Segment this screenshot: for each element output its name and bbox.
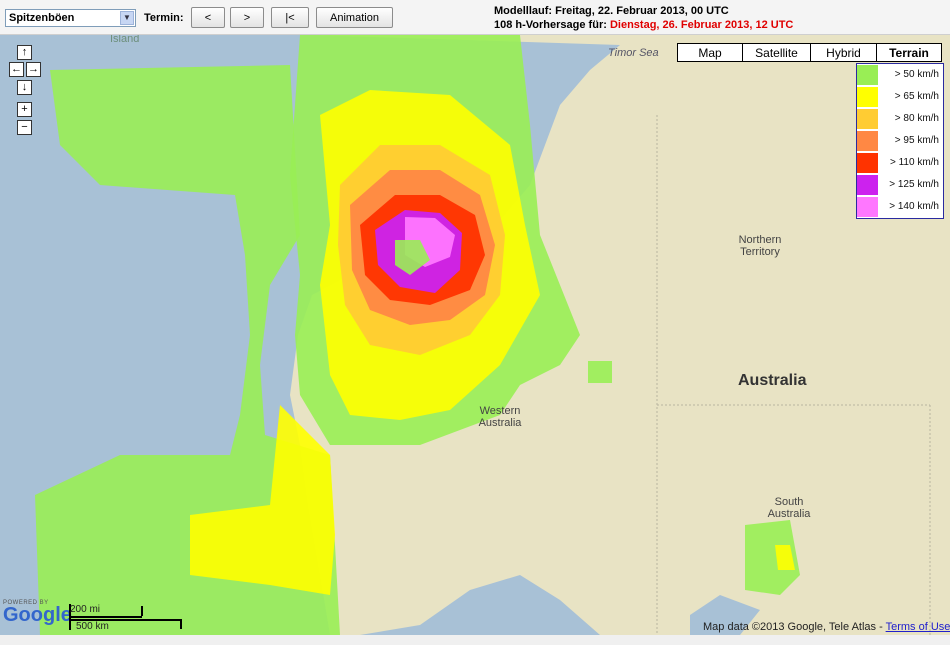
legend-row: > 65 km/h xyxy=(857,86,943,108)
legend-label: > 110 km/h xyxy=(889,157,939,168)
zoom-out-button[interactable]: − xyxy=(17,120,32,135)
pan-left-button[interactable]: ← xyxy=(9,62,24,77)
legend-row: > 140 km/h xyxy=(857,196,943,218)
terms-of-use-link[interactable]: Terms of Use xyxy=(886,621,950,633)
parameter-select-value: Spitzenböen xyxy=(9,12,75,24)
map-data-text: Map data ©2013 Google, Tele Atlas - xyxy=(703,621,883,633)
next-button[interactable]: > xyxy=(230,7,264,28)
scale-miles-label: 200 mi xyxy=(70,604,101,615)
prev-button[interactable]: < xyxy=(191,7,225,28)
legend-label: > 140 km/h xyxy=(889,201,939,212)
forecast-prefix: 108 h-Vorhersage für: xyxy=(494,19,607,31)
maptype-satellite-button[interactable]: Satellite xyxy=(742,43,811,62)
scale-bar-miles xyxy=(70,616,142,618)
gust-legend: > 50 km/h > 65 km/h > 80 km/h > 95 km/h > 11… xyxy=(856,63,944,219)
legend-swatch xyxy=(857,86,878,107)
legend-row: > 95 km/h xyxy=(857,130,943,152)
northern-territory-label: Northern Territory xyxy=(738,234,782,258)
animation-button[interactable]: Animation xyxy=(316,7,393,28)
legend-swatch xyxy=(857,152,878,173)
parameter-select[interactable]: Spitzenböen ▼ xyxy=(5,9,136,27)
map-graphics xyxy=(35,35,950,635)
zoom-in-button[interactable]: + xyxy=(17,102,32,117)
gust-area-small-50 xyxy=(588,361,612,383)
legend-label: > 50 km/h xyxy=(894,69,939,80)
legend-swatch xyxy=(857,196,878,217)
legend-row: > 125 km/h xyxy=(857,174,943,196)
map-canvas[interactable]: Island Timor Sea Northern Territory Aust… xyxy=(0,35,950,635)
legend-label: > 65 km/h xyxy=(894,91,939,102)
maptype-terrain-button[interactable]: Terrain xyxy=(876,43,942,62)
chevron-down-icon[interactable]: ▼ xyxy=(120,11,134,25)
google-logo-text: Google xyxy=(3,604,72,626)
pan-up-button[interactable]: ↑ xyxy=(17,45,32,60)
south-australia-label: South Australia xyxy=(767,496,811,520)
island-label: Island xyxy=(110,35,140,45)
scale-km-label: 500 km xyxy=(76,621,109,632)
legend-label: > 80 km/h xyxy=(894,113,939,124)
forecast-line: 108 h-Vorhersage für: Dienstag, 26. Febr… xyxy=(494,19,793,31)
scale-bar-tick-km xyxy=(180,619,182,629)
legend-swatch xyxy=(857,108,878,129)
map-attribution: Map data ©2013 Google, Tele Atlas - Term… xyxy=(703,621,950,633)
timor-sea-label: Timor Sea xyxy=(608,47,659,59)
western-australia-label: Western Australia xyxy=(478,405,522,429)
legend-swatch xyxy=(857,64,878,85)
legend-swatch xyxy=(857,130,878,151)
termin-label: Termin: xyxy=(144,12,184,24)
maptype-map-button[interactable]: Map xyxy=(677,43,743,62)
model-run-text: Modelllauf: Freitag, 22. Februar 2013, 0… xyxy=(494,5,729,17)
google-logo[interactable]: POWERED BY Google xyxy=(3,600,72,627)
legend-row: > 110 km/h xyxy=(857,152,943,174)
toolbar: Spitzenböen ▼ Termin: < > |< Animation M… xyxy=(0,0,950,35)
legend-label: > 95 km/h xyxy=(894,135,939,146)
pan-right-button[interactable]: → xyxy=(26,62,41,77)
scale-bar-tick-mi xyxy=(141,606,143,616)
first-button[interactable]: |< xyxy=(271,7,309,28)
legend-row: > 50 km/h xyxy=(857,64,943,86)
legend-row: > 80 km/h xyxy=(857,108,943,130)
legend-swatch xyxy=(857,174,878,195)
pan-down-button[interactable]: ↓ xyxy=(17,80,32,95)
legend-label: > 125 km/h xyxy=(889,179,939,190)
bottom-bar xyxy=(0,635,950,645)
forecast-date: Dienstag, 26. Februar 2013, 12 UTC xyxy=(609,19,794,31)
maptype-hybrid-button[interactable]: Hybrid xyxy=(810,43,877,62)
australia-label: Australia xyxy=(738,372,807,389)
